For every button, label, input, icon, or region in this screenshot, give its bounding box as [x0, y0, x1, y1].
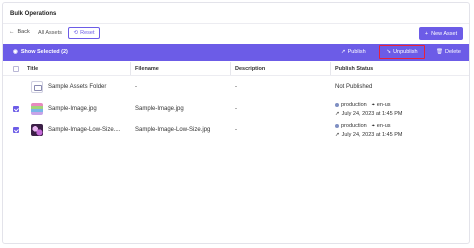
environment-dot-icon: [335, 124, 339, 128]
locale-name: en-us: [376, 123, 391, 129]
column-header-filename[interactable]: Filename: [135, 62, 159, 75]
asset-title[interactable]: Sample-Image-Low-Size....: [48, 120, 120, 140]
bulk-action-bar: ◉ Show Selected (2) ➚ Publish ➘ Unpublis…: [3, 44, 469, 61]
environment-line: production ⌖ en-us: [335, 123, 391, 130]
image-thumbnail: [31, 120, 43, 140]
asset-description: -: [235, 106, 237, 112]
eye-icon: ◉: [13, 49, 18, 55]
asset-title[interactable]: Sample Assets Folder: [48, 79, 106, 95]
table-row[interactable]: Sample-Image.jpg Sample-Image.jpg - prod…: [3, 98, 469, 120]
reset-label: Reset: [80, 30, 95, 36]
column-divider: [230, 62, 231, 75]
publish-date-line: ➚ July 24, 2023 at 1:45 PM: [335, 132, 402, 138]
table-header: Title Filename Description Publish Statu…: [3, 62, 469, 76]
column-header-publish-status[interactable]: Publish Status: [335, 62, 373, 75]
back-label: Back: [17, 29, 30, 35]
table-row[interactable]: Sample Assets Folder - - Not Published: [3, 79, 469, 95]
publish-status: production ⌖ en-us ➚ July 24, 2023 at 1:…: [335, 98, 402, 120]
row-checkbox[interactable]: [13, 120, 19, 140]
asset-description: -: [235, 84, 237, 90]
publish-status: Not Published: [335, 84, 373, 90]
locale-icon: ⌖: [371, 122, 375, 129]
show-selected-toggle[interactable]: ◉ Show Selected (2): [13, 49, 68, 55]
show-selected-label: Show Selected (2): [20, 49, 68, 55]
folder-thumbnail: [31, 79, 43, 95]
image-icon: [31, 103, 43, 115]
trash-icon: 🗑: [436, 49, 443, 55]
column-header-description[interactable]: Description: [235, 62, 265, 75]
environment-dot-icon: [335, 103, 339, 107]
publish-icon: ➚: [335, 110, 340, 117]
breadcrumb[interactable]: All Assets: [38, 30, 62, 36]
page-title: Bulk Operations: [10, 11, 57, 17]
publish-button[interactable]: ➚ Publish: [341, 49, 366, 55]
select-all-checkbox[interactable]: [13, 62, 19, 75]
reset-button[interactable]: ⟲ Reset: [68, 27, 100, 39]
publish-icon: ➚: [335, 131, 340, 138]
divider: [3, 23, 469, 24]
publish-date: July 24, 2023 at 1:45 PM: [341, 131, 403, 138]
back-button[interactable]: ← Back: [9, 29, 30, 35]
asset-filename: Sample-Image.jpg: [135, 106, 184, 112]
publish-label: Publish: [347, 49, 366, 55]
locale-name: en-us: [376, 102, 391, 108]
checkbox[interactable]: [13, 106, 19, 112]
image-icon: [31, 124, 43, 136]
column-divider: [330, 62, 331, 75]
environment-name: production: [341, 102, 367, 108]
delete-button[interactable]: 🗑 Delete: [436, 49, 461, 55]
publish-date: July 24, 2023 at 1:45 PM: [341, 110, 403, 117]
checkbox[interactable]: [13, 127, 19, 133]
new-asset-label: New Asset: [431, 30, 458, 37]
unpublish-icon: ➘: [386, 49, 392, 55]
asset-title[interactable]: Sample-Image.jpg: [48, 98, 97, 120]
table-row[interactable]: Sample-Image-Low-Size.... Sample-Image-L…: [3, 120, 469, 140]
environment-line: production ⌖ en-us: [335, 102, 391, 109]
bulk-operations-panel: Bulk Operations ← Back All Assets ⟲ Rese…: [2, 2, 470, 244]
new-asset-button[interactable]: + New Asset: [419, 27, 463, 40]
asset-filename: -: [135, 84, 137, 90]
environment-name: production: [341, 123, 367, 129]
row-checkbox[interactable]: [13, 98, 19, 120]
image-thumbnail: [31, 98, 43, 120]
checkbox[interactable]: [13, 65, 19, 72]
delete-label: Delete: [444, 49, 461, 55]
asset-filename: Sample-Image-Low-Size.jpg: [135, 127, 211, 133]
plus-icon: +: [424, 30, 429, 37]
refresh-icon: ⟲: [73, 30, 79, 36]
locale-icon: ⌖: [371, 101, 375, 108]
column-header-title[interactable]: Title: [27, 62, 38, 75]
unpublish-button[interactable]: ➘ Unpublish: [379, 45, 425, 59]
unpublish-label: Unpublish: [393, 49, 418, 55]
folder-icon: [31, 81, 43, 93]
asset-description: -: [235, 127, 237, 133]
top-toolbar: ← Back All Assets ⟲ Reset + New Asset: [3, 27, 469, 41]
arrow-left-icon: ←: [9, 29, 15, 35]
column-divider: [130, 62, 131, 75]
publish-status: production ⌖ en-us ➚ July 24, 2023 at 1:…: [335, 120, 402, 140]
publish-date-line: ➚ July 24, 2023 at 1:45 PM: [335, 111, 402, 117]
publish-icon: ➚: [341, 49, 346, 55]
